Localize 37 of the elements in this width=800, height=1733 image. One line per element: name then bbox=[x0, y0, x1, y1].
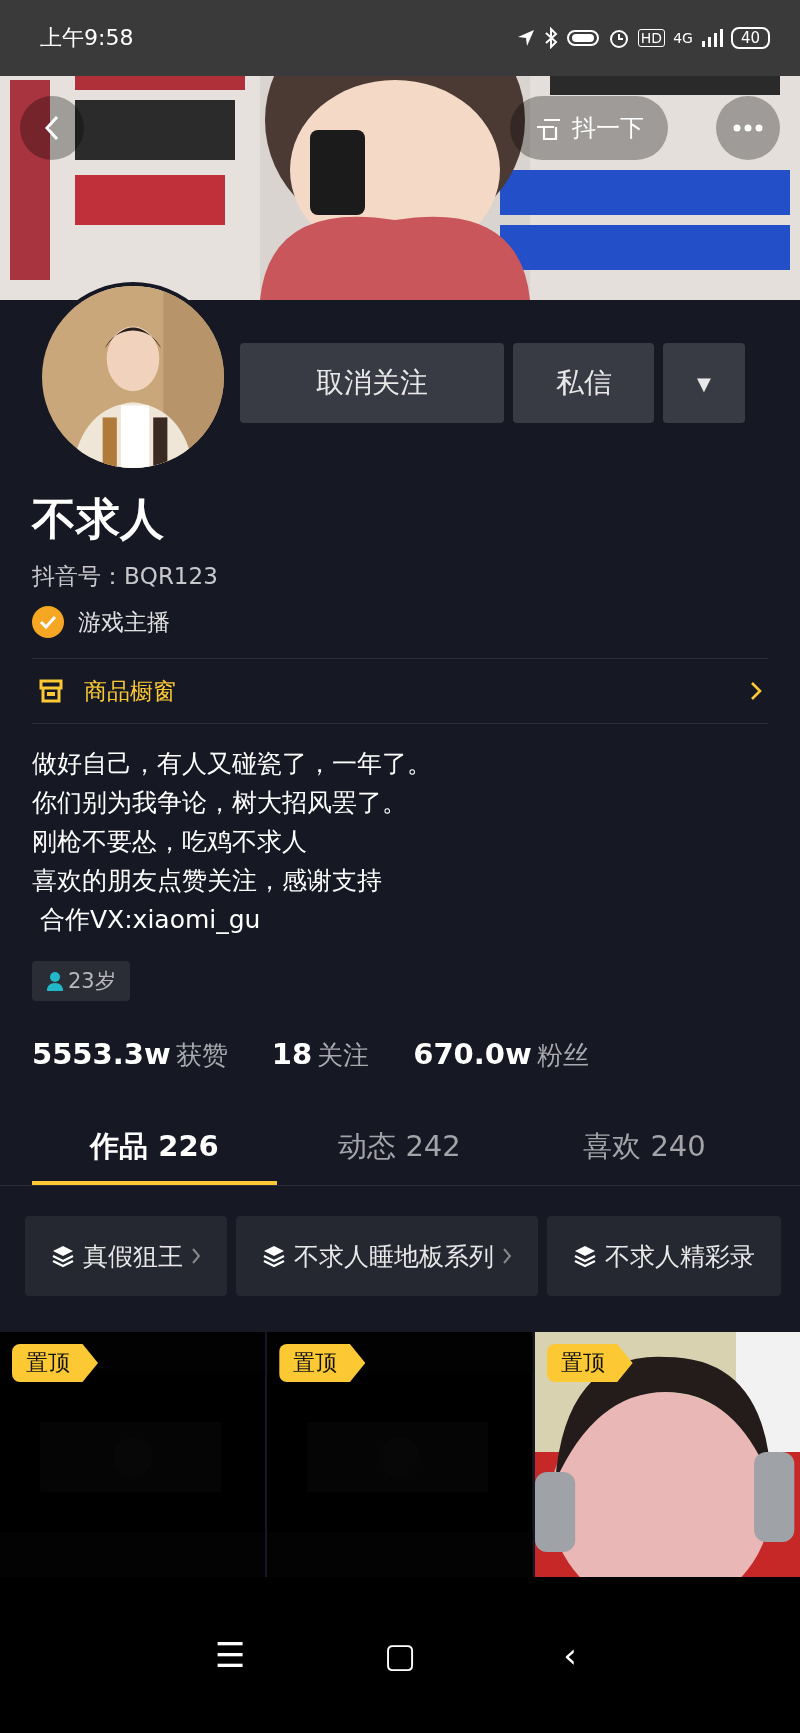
bio-line: 做好自己，有人又碰瓷了，一年了。 bbox=[32, 748, 433, 780]
pinned-badge: 置顶 bbox=[12, 1344, 98, 1382]
collection-chip[interactable]: 不求人睡地板系列 bbox=[236, 1216, 538, 1296]
action-button[interactable]: 取消关注 bbox=[240, 343, 504, 423]
collection-chip[interactable]: 真假狙王 bbox=[25, 1216, 227, 1296]
store-icon bbox=[38, 678, 64, 704]
tab[interactable]: 喜欢 240 bbox=[522, 1113, 767, 1185]
layers-icon bbox=[51, 1244, 75, 1268]
stat-count: 670.0w 粉丝 bbox=[413, 1037, 589, 1073]
bio-line: 喜欢的朋友点赞关注，感谢支持 bbox=[32, 865, 383, 897]
chevron-icon bbox=[191, 1247, 201, 1265]
stat-count: 5553.3w 获赞 bbox=[32, 1037, 228, 1073]
bio-line: 合作VX:xiaomi_gu bbox=[38, 904, 262, 936]
age-tag: 23岁 bbox=[32, 961, 130, 1001]
layers-icon bbox=[573, 1244, 597, 1268]
account-id: 抖音号：BQR123 bbox=[32, 562, 219, 591]
bio-line: 你们别为我争论，树大招风罢了。 bbox=[32, 787, 408, 819]
stat-count: 18 关注 bbox=[271, 1037, 370, 1073]
shop-row[interactable]: 商品橱窗 bbox=[32, 658, 768, 724]
tab[interactable]: 动态 242 bbox=[277, 1113, 522, 1185]
dropdown-button[interactable]: ▼ bbox=[663, 343, 745, 423]
back-button[interactable]: ‹ bbox=[540, 1634, 600, 1676]
layers-icon bbox=[262, 1244, 286, 1268]
verification-label: 游戏主播 bbox=[78, 607, 170, 637]
pinned-badge: 置顶 bbox=[279, 1344, 366, 1382]
shop-label: 商品橱窗 bbox=[84, 676, 177, 706]
action-button[interactable]: 私信 bbox=[513, 343, 654, 423]
pinned-badge: 置顶 bbox=[546, 1344, 633, 1382]
chevron-icon bbox=[750, 681, 762, 701]
chevron-icon bbox=[502, 1247, 512, 1265]
bio-line: 刚枪不要怂，吃鸡不求人 bbox=[32, 826, 308, 858]
person-icon bbox=[46, 971, 64, 991]
tab[interactable]: 作品 226 bbox=[32, 1113, 277, 1185]
profile-name: 不求人 bbox=[32, 492, 165, 546]
collection-chip[interactable]: 不求人精彩录 bbox=[547, 1216, 781, 1296]
menu-button[interactable]: ☰ bbox=[200, 1634, 260, 1676]
home-button[interactable]: ▢ bbox=[370, 1634, 430, 1676]
